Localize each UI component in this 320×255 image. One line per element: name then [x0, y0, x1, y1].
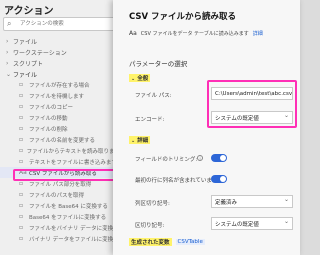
file-icon: ▫	[19, 158, 24, 165]
category-label: ファイル	[13, 39, 38, 46]
category-item[interactable]: › ファイル	[0, 36, 120, 47]
group-general[interactable]: ⌄ 全般	[129, 74, 151, 82]
separator-dropdown[interactable]: システムの既定値	[211, 217, 293, 230]
action-item[interactable]: ▫ ファイルからテキストを読み取ります	[0, 145, 120, 156]
action-item[interactable]: ▫ テキストをファイルに書き込みます	[0, 156, 120, 167]
dialog-description: Aa CSV ファイルをデータ テーブルに読み込みます 詳細	[129, 30, 263, 37]
action-item[interactable]: ▫ ファイルのコピー	[0, 101, 120, 112]
chevron-down-icon: ⌄	[131, 76, 136, 82]
action-item[interactable]: ▫ ファイルを待機します	[0, 90, 120, 101]
encoding-label: エンコード:	[135, 117, 165, 123]
action-label: テキストをファイルに書き込みます	[29, 159, 117, 166]
action-label: ファイルからテキストを読み取ります	[26, 148, 120, 155]
category-label: スクリプト	[13, 61, 44, 68]
action-label: ファイルのパスを取得	[29, 192, 85, 199]
action-item[interactable]: ▫ ファイルの移動	[0, 112, 120, 123]
category-label: ファイル	[13, 72, 38, 79]
info-icon: i	[197, 155, 203, 161]
first-row-toggle[interactable]	[211, 175, 227, 183]
text-aa-icon: Aa	[129, 30, 137, 37]
chevron-right-icon: ›	[6, 38, 9, 45]
action-label: ファイルを待機します	[29, 93, 85, 100]
action-label: Base64 をファイルに変換する	[29, 214, 107, 221]
group-advanced[interactable]: ⌄ 詳細	[129, 136, 151, 144]
file-icon: ▫	[19, 213, 24, 220]
action-item[interactable]: ▫ Base64 をファイルに変換する	[0, 211, 120, 222]
selection-highlight-box	[13, 169, 120, 181]
description-text: CSV ファイルをデータ テーブルに読み込みます	[140, 31, 249, 37]
read-csv-dialog: CSV ファイルから読み取る Aa CSV ファイルをデータ テーブルに読み込み…	[113, 0, 300, 255]
column-separator-label: 列区切り記号:	[135, 201, 170, 207]
file-icon: ▫	[19, 147, 24, 154]
action-label: ファイルの名前を変更する	[29, 137, 96, 144]
action-item[interactable]: ▫ ファイルの名前を変更する	[0, 134, 120, 145]
first-row-label: 最初の行に列名が含まれています:	[135, 178, 220, 184]
file-icon: ▫	[19, 202, 24, 209]
separator-label: 区切り記号:	[135, 223, 165, 229]
action-item[interactable]: ▫ ファイルをバイナリ データに変換	[0, 222, 120, 233]
actions-panel: アクション ⌕ › ファイル › ワークステーション › スクリプト ⌄ ファイ…	[0, 0, 120, 255]
action-label: ファイルの削除	[29, 126, 68, 133]
action-search[interactable]: ⌕	[3, 17, 115, 31]
action-item[interactable]: ▫ ファイルの削除	[0, 123, 120, 134]
file-icon: ▫	[19, 191, 24, 198]
action-list: ▫ ファイルが存在する場合 ▫ ファイルを待機します ▫ ファイルのコピー ▫ ファイル…	[0, 79, 120, 244]
highlight-box	[207, 80, 297, 128]
action-item[interactable]: ▫ ファイルを Base64 に変換する	[0, 200, 120, 211]
file-icon: ▫	[19, 114, 24, 121]
action-label: ファイルのコピー	[29, 104, 74, 111]
group-label: 全般	[137, 76, 149, 82]
file-icon: ▫	[19, 81, 24, 88]
trim-fields-label: フィールドのトリミング:	[135, 157, 198, 163]
file-icon: ▫	[19, 125, 24, 132]
generated-variables[interactable]: 生成された変数 CSVTable	[129, 238, 205, 246]
generated-vars-label: 生成された変数	[129, 238, 172, 246]
column-separator-dropdown[interactable]: 定義済み	[211, 195, 293, 208]
chevron-right-icon: ›	[6, 60, 9, 67]
category-item[interactable]: › ワークステーション	[0, 47, 120, 58]
file-icon: ▫	[19, 235, 24, 242]
action-item[interactable]: ▫ ファイルが存在する場合	[0, 79, 120, 90]
file-path-label: ファイル パス:	[135, 93, 172, 99]
dialog-title: CSV ファイルから読み取る	[129, 12, 237, 22]
action-label: ファイルをバイナリ データに変換	[29, 225, 114, 232]
file-icon: ▫	[19, 224, 24, 231]
category-item[interactable]: › スクリプト	[0, 58, 120, 69]
group-label: 詳細	[137, 138, 149, 144]
action-item[interactable]: ▫ ファイルのパスを取得	[0, 189, 120, 200]
chevron-down-icon: ⌄	[6, 71, 12, 78]
file-icon: ▫	[19, 136, 24, 143]
file-icon: ▫	[19, 92, 24, 99]
search-icon: ⌕	[7, 19, 12, 28]
action-label: ファイルを Base64 に変換する	[29, 203, 108, 210]
variable-badge[interactable]: CSVTable	[175, 239, 205, 245]
action-item[interactable]: ▫ バイナリ データをファイルに変換	[0, 233, 120, 244]
actions-panel-title: アクション	[4, 6, 54, 17]
chevron-down-icon: ⌄	[131, 138, 136, 144]
action-label: ファイルが存在する場合	[29, 82, 90, 89]
action-label: バイナリ データをファイルに変換	[29, 236, 114, 243]
file-icon: ▫	[19, 180, 24, 187]
category-list: › ファイル › ワークステーション › スクリプト ⌄ ファイル	[0, 36, 120, 80]
action-search-input[interactable]	[17, 18, 112, 30]
chevron-right-icon: ›	[6, 49, 9, 56]
trim-fields-toggle[interactable]	[211, 154, 227, 162]
category-label: ワークステーション	[13, 50, 67, 57]
file-icon: ▫	[19, 103, 24, 110]
details-link[interactable]: 詳細	[253, 30, 263, 37]
action-label: ファイルの移動	[29, 115, 68, 122]
params-heading: パラメーターの選択	[129, 60, 188, 68]
